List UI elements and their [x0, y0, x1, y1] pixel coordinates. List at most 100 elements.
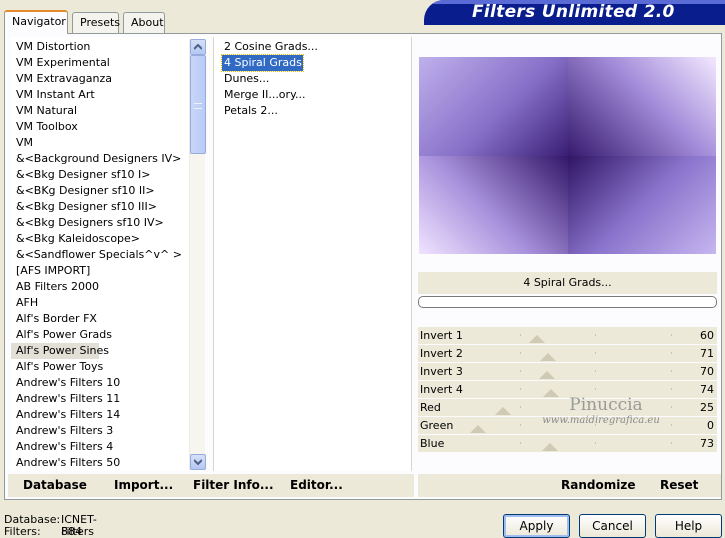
chevron-down-icon	[194, 459, 202, 465]
category-item[interactable]: VM Experimental	[10, 55, 204, 71]
slider-row: Invert 2 71	[418, 345, 717, 363]
category-item[interactable]: Andrew's Filters 14	[10, 407, 204, 423]
slider-thumb[interactable]	[540, 353, 557, 361]
tab-navigator[interactable]: Navigator	[4, 10, 68, 34]
slider-tick	[519, 442, 521, 444]
category-scrollbar[interactable]	[189, 39, 206, 470]
randomize-button[interactable]: Randomize	[561, 474, 635, 497]
slider-track[interactable]	[444, 420, 696, 433]
apply-button[interactable]: Apply	[503, 514, 570, 538]
slider-tick	[670, 352, 672, 354]
scroll-down-button[interactable]	[190, 454, 206, 470]
slider-value: 73	[700, 437, 714, 450]
slider-tick	[595, 442, 597, 444]
filter-item[interactable]: Petals 2...	[214, 103, 411, 119]
import-button[interactable]: Import...	[114, 474, 173, 497]
slider-tick	[670, 424, 672, 426]
slider-thumb[interactable]	[494, 407, 511, 415]
category-item[interactable]: &<Bkg Designer sf10 I>	[10, 167, 204, 183]
filter-item[interactable]: Merge II...ory...	[214, 87, 411, 103]
slider-tick	[595, 406, 597, 408]
category-item[interactable]: &<Bkg Designer sf10 III>	[10, 199, 204, 215]
scroll-thumb[interactable]	[190, 55, 206, 154]
slider-tick	[670, 388, 672, 390]
scroll-up-button[interactable]	[190, 39, 206, 55]
category-item[interactable]: Andrew's Filters 10	[10, 375, 204, 391]
slider-track[interactable]	[444, 348, 696, 361]
slider-label: Blue	[420, 437, 445, 450]
slider-track[interactable]	[444, 384, 696, 397]
slider-tick	[595, 352, 597, 354]
filter-item[interactable]: 4 Spiral Grads...	[221, 54, 312, 72]
progress-bar	[418, 296, 717, 308]
category-item[interactable]: &<Sandflower Specials^v^ >	[10, 247, 204, 263]
category-item[interactable]: AB Filters 2000	[10, 279, 204, 295]
category-item[interactable]: AFH	[10, 295, 204, 311]
title-banner: Filters Unlimited 2.0	[424, 0, 725, 25]
category-item[interactable]: Alf's Power Sines	[11, 343, 109, 359]
chevron-up-icon	[194, 44, 202, 50]
slider-track[interactable]	[444, 438, 696, 451]
slider-thumb[interactable]	[543, 389, 560, 397]
slider-label: Red	[420, 401, 441, 414]
slider-value: 0	[707, 419, 714, 432]
category-item[interactable]: VM	[10, 135, 204, 151]
slider-value: 60	[700, 329, 714, 342]
slider-tick	[670, 406, 672, 408]
slider-tick	[595, 424, 597, 426]
category-item[interactable]: &<Bkg Designers sf10 IV>	[10, 215, 204, 231]
slider-row: Blue 73	[418, 435, 717, 453]
slider-row: Red 25	[418, 399, 717, 417]
slider-thumb[interactable]	[542, 443, 559, 451]
slider-row: Invert 4 74	[418, 381, 717, 399]
reset-button[interactable]: Reset	[660, 474, 698, 497]
filter-list[interactable]: 2 Cosine Grads... 4 Spiral Grads... Dunes.…	[213, 37, 412, 471]
slider-tick	[595, 370, 597, 372]
tab-presets[interactable]: Presets	[72, 12, 120, 33]
slider-tick	[670, 370, 672, 372]
slider-thumb[interactable]	[529, 335, 546, 343]
category-list[interactable]: VM Distortion VM Experimental VM Extravaga…	[10, 37, 204, 471]
slider-value: 25	[700, 401, 714, 414]
slider-track[interactable]	[444, 402, 696, 415]
tab-about[interactable]: About	[123, 12, 165, 33]
category-item[interactable]: VM Natural	[10, 103, 204, 119]
filter-info-button[interactable]: Filter Info...	[193, 474, 274, 497]
category-item[interactable]: &<BKg Designer sf10 II>	[10, 183, 204, 199]
category-item[interactable]: VM Extravaganza	[10, 71, 204, 87]
cancel-button[interactable]: Cancel	[579, 514, 646, 538]
category-item[interactable]: Andrew's Filters 50	[10, 455, 204, 471]
category-item[interactable]: &<Bkg Kaleidoscope>	[10, 231, 204, 247]
category-item[interactable]: VM Toolbox	[10, 119, 204, 135]
slider-tick	[519, 424, 521, 426]
category-item[interactable]: &<Background Designers IV>	[10, 151, 204, 167]
category-item[interactable]: Andrew's Filters 3	[10, 423, 204, 439]
slider-tick	[519, 352, 521, 354]
category-item[interactable]: Alf's Border FX	[10, 311, 204, 327]
help-button[interactable]: Help	[655, 514, 722, 538]
editor-button[interactable]: Editor...	[290, 474, 343, 497]
slider-track[interactable]	[444, 366, 696, 379]
slider-track[interactable]	[444, 330, 696, 343]
toolbar-divider	[414, 474, 418, 497]
filters-count-value: 884	[61, 525, 82, 538]
preview-quadrant	[419, 57, 568, 156]
database-button[interactable]: Database	[23, 474, 87, 497]
category-item[interactable]: Alf's Power Grads	[10, 327, 204, 343]
category-item[interactable]: Andrew's Filters 11	[10, 391, 204, 407]
slider-thumb[interactable]	[539, 371, 556, 379]
category-item[interactable]: [AFS IMPORT]	[10, 263, 204, 279]
filter-item[interactable]: Dunes...	[214, 71, 411, 87]
slider-tick	[595, 388, 597, 390]
slider-row: Invert 1 60	[418, 327, 717, 345]
slider-thumb[interactable]	[470, 425, 486, 433]
slider-tick	[519, 334, 521, 336]
category-item[interactable]: Alf's Power Toys	[10, 359, 204, 375]
category-item[interactable]: VM Distortion	[10, 39, 204, 55]
slider-tick	[670, 334, 672, 336]
slider-tick	[519, 388, 521, 390]
preview-quadrant	[567, 155, 716, 254]
category-item[interactable]: VM Instant Art	[10, 87, 204, 103]
filter-item[interactable]: 2 Cosine Grads...	[214, 39, 411, 55]
category-item[interactable]: Andrew's Filters 4	[10, 439, 204, 455]
